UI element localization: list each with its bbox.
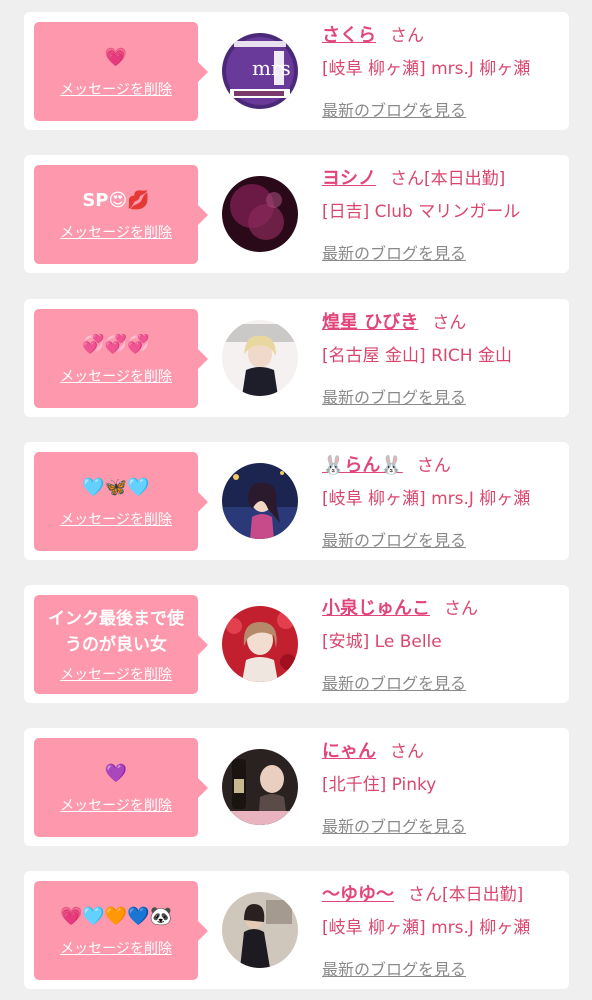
delete-message-link[interactable]: メッセージを削除 [60,366,172,386]
message-bubble: 🩵🦋🩵 メッセージを削除 [34,452,208,551]
view-blog-link[interactable]: 最新のブログを見る [322,384,466,408]
honorific: さん [408,885,442,905]
sender-name-link[interactable]: 煌星 ひびき [322,312,418,333]
shop-label: [名古屋 金山] RICH 金山 [322,346,512,366]
message-text: 💗 [104,47,128,68]
shop-label: [岐阜 柳ヶ瀬] mrs.J 柳ヶ瀬 [322,489,531,509]
message-text: 💜 [104,763,128,784]
shop-label: [岐阜 柳ヶ瀬] mrs.J 柳ヶ瀬 [322,918,531,938]
message-card: 💜 メッセージを削除 にゃん さん [北千住] Pinky 最新のブログを見る [24,728,569,846]
message-card: インク最後まで使うのが良い女 メッセージを削除 小泉じゅんこ さん [安城] Le… [24,585,569,703]
entry-info: さくら さん [岐阜 柳ヶ瀬] mrs.J 柳ヶ瀬 最新のブログを見る [322,22,562,121]
status-tag: [本日出勤] [442,885,524,905]
view-blog-link[interactable]: 最新のブログを見る [322,813,466,837]
delete-message-link[interactable]: メッセージを削除 [60,79,172,99]
message-bubble: インク最後まで使うのが良い女 メッセージを削除 [34,595,208,694]
dress-photo-avatar[interactable] [222,892,298,968]
mrs-j-logo-avatar[interactable]: mrs [222,33,298,109]
message-text: 🩵🦋🩵 [82,477,150,498]
message-bubble: 💞💞💞 メッセージを削除 [34,309,208,408]
view-blog-link[interactable]: 最新のブログを見る [322,527,466,551]
delete-message-link[interactable]: メッセージを削除 [60,222,172,242]
sender-name-link[interactable]: ヨシノ [322,168,376,189]
message-card: 💞💞💞 メッセージを削除 煌星 ひびき さん [名古屋 金山] RICH 金山 最… [24,299,569,417]
message-bubble: SP😍💋 メッセージを削除 [34,165,208,264]
honorific: さん [432,313,467,333]
entry-info: 〜ゆゆ〜 さん[本日出勤] [岐阜 柳ヶ瀬] mrs.J 柳ヶ瀬 最新のブログを見… [322,881,562,980]
honorific: さん [444,599,478,619]
message-card: SP😍💋 メッセージを削除 ヨシノ さん[本日出勤] [日吉] Club マリンガ… [24,155,569,273]
entry-info: 🐰らん🐰 さん [岐阜 柳ヶ瀬] mrs.J 柳ヶ瀬 最新のブログを見る [322,452,562,551]
sender-name-link[interactable]: 小泉じゅんこ [322,598,430,619]
message-list: 💗 メッセージを削除 mrs さくら さん [岐阜 柳ヶ瀬] mrs.J 柳ヶ瀬 … [0,0,592,1000]
sender-name-link[interactable]: さくら [322,25,376,46]
message-card: 💗🩵🧡💙🐼 メッセージを削除 〜ゆゆ〜 さん[本日出勤] [岐阜 柳ヶ瀬] mrs… [24,871,569,989]
magazine-photo-avatar[interactable] [222,320,298,396]
message-text: 💞💞💞 [82,334,150,355]
view-blog-link[interactable]: 最新のブログを見る [322,670,466,694]
shop-label: [日吉] Club マリンガール [322,202,521,222]
message-card: 💗 メッセージを削除 mrs さくら さん [岐阜 柳ヶ瀬] mrs.J 柳ヶ瀬 … [24,12,569,130]
sender-name-link[interactable]: にゃん [322,741,376,762]
red-hearts-photo-avatar[interactable] [222,606,298,682]
entry-info: ヨシノ さん[本日出勤] [日吉] Club マリンガール 最新のブログを見る [322,165,562,264]
sender-name-link[interactable]: 🐰らん🐰 [322,455,403,476]
message-card: 🩵🦋🩵 メッセージを削除 🐰らん🐰 さん [岐阜 柳ヶ瀬] mrs.J 柳ヶ瀬 最… [24,442,569,560]
delete-message-link[interactable]: メッセージを削除 [60,664,172,684]
shop-label: [安城] Le Belle [322,632,442,652]
shop-label: [北千住] Pinky [322,775,437,795]
svg-text:mrs: mrs [252,56,291,80]
status-tag: [本日出勤] [424,169,506,189]
entry-info: 小泉じゅんこ さん [安城] Le Belle 最新のブログを見る [322,595,562,694]
message-bubble: 💗🩵🧡💙🐼 メッセージを削除 [34,881,208,980]
message-bubble: 💗 メッセージを削除 [34,22,208,121]
entry-info: にゃん さん [北千住] Pinky 最新のブログを見る [322,738,562,837]
view-blog-link[interactable]: 最新のブログを見る [322,97,466,121]
delete-message-link[interactable]: メッセージを削除 [60,509,172,529]
view-blog-link[interactable]: 最新のブログを見る [322,240,466,264]
sender-name-link[interactable]: 〜ゆゆ〜 [322,884,394,905]
message-text: インク最後まで使うのが良い女 [48,608,184,655]
honorific: さん [390,742,424,762]
dark-photo-avatar[interactable] [222,176,298,252]
delete-message-link[interactable]: メッセージを削除 [60,938,172,958]
illustration-avatar[interactable] [222,463,298,539]
shop-label: [岐阜 柳ヶ瀬] mrs.J 柳ヶ瀬 [322,59,531,79]
honorific: さん [390,169,424,189]
message-bubble: 💜 メッセージを削除 [34,738,208,837]
bottle-photo-avatar[interactable] [222,749,298,825]
message-text: 💗🩵🧡💙🐼 [59,906,173,927]
delete-message-link[interactable]: メッセージを削除 [60,795,172,815]
honorific: さん [390,26,424,46]
message-text: SP😍💋 [82,190,150,211]
view-blog-link[interactable]: 最新のブログを見る [322,956,466,980]
honorific: さん [416,456,451,476]
entry-info: 煌星 ひびき さん [名古屋 金山] RICH 金山 最新のブログを見る [322,309,562,408]
